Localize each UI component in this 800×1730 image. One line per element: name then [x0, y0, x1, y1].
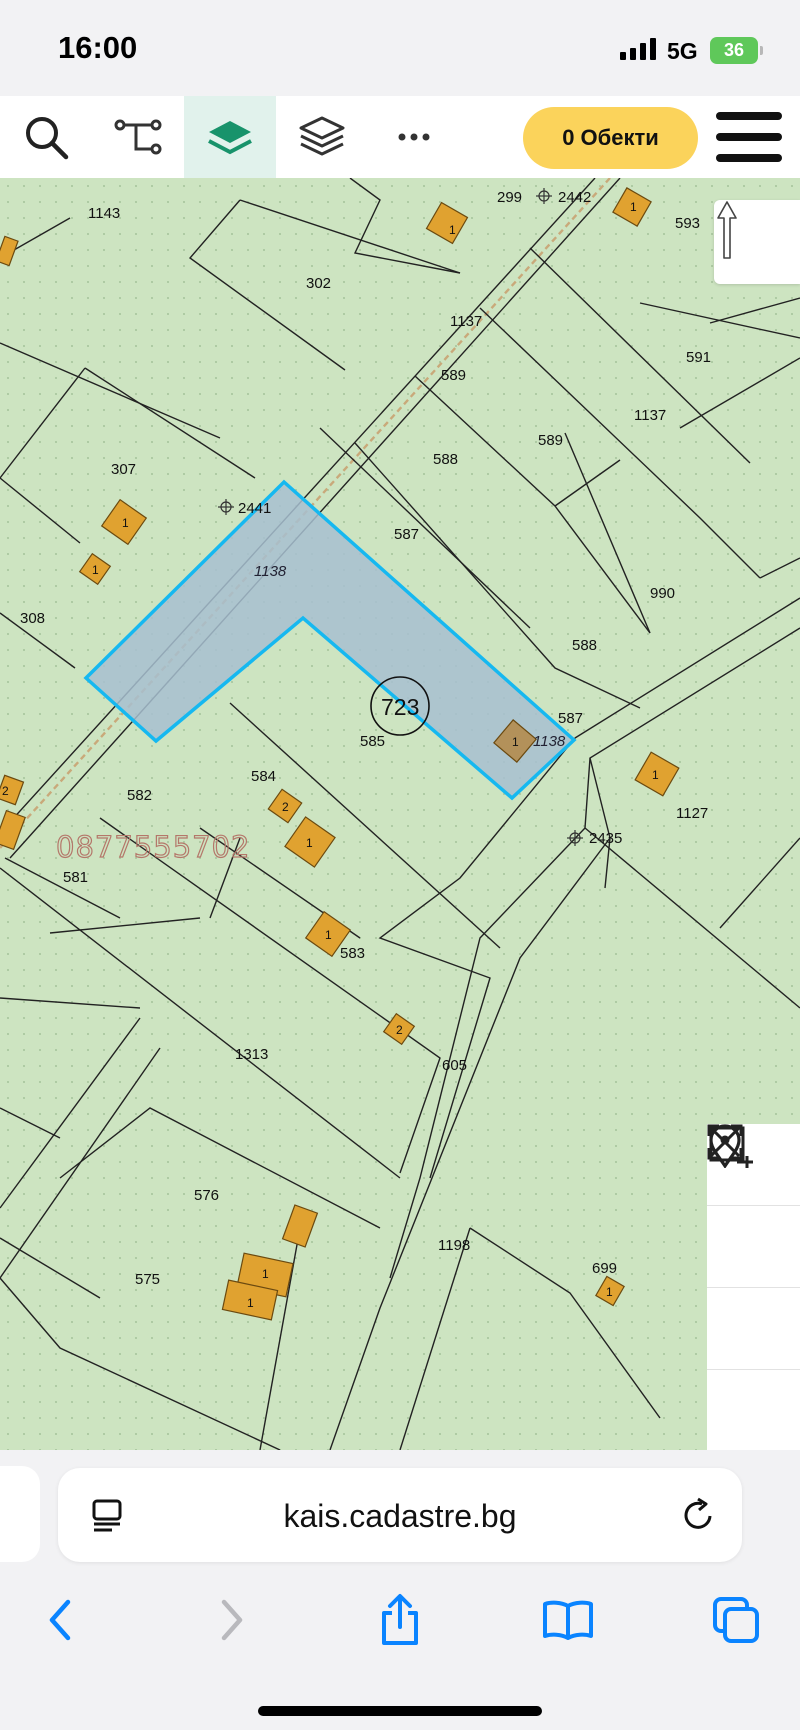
building-number: 1	[512, 735, 519, 749]
building-number: 1	[606, 1285, 613, 1299]
fullscreen-button[interactable]	[707, 1124, 800, 1450]
compass-button[interactable]	[714, 200, 800, 284]
parcel-label: 583	[340, 945, 365, 962]
objects-button[interactable]: 0 Обекти	[523, 107, 698, 169]
add-area-button[interactable]	[707, 1126, 800, 1288]
parcel-label: 990	[650, 585, 675, 602]
signal-icon	[620, 38, 656, 60]
building-number: 1	[630, 200, 637, 214]
parcel-label: 699	[592, 1260, 617, 1277]
home-indicator	[258, 1706, 542, 1716]
map-side-tools	[707, 1124, 800, 1450]
parcel-label: 588	[433, 451, 458, 468]
parcel-label: 587	[394, 526, 419, 543]
network-type: 5G	[667, 38, 698, 64]
parcel-label: 2441	[238, 500, 271, 517]
back-icon	[49, 1599, 71, 1641]
tabs-button[interactable]	[704, 1588, 768, 1652]
buildings	[0, 187, 680, 1321]
bookmarks-button[interactable]	[536, 1588, 600, 1652]
parcel-label: 588	[572, 637, 597, 654]
parcel-label: 589	[441, 367, 466, 384]
battery-icon: 36	[710, 37, 763, 64]
parcel-label: 587	[558, 710, 583, 727]
building-number: 2	[282, 800, 289, 814]
region-number: 723	[381, 694, 419, 720]
building-number: 1	[262, 1267, 269, 1281]
url-text: kais.cadastre.bg	[283, 1498, 517, 1534]
remove-area-button[interactable]	[707, 1126, 800, 1370]
parcel-labels: 299 2442 593 1143 302 1137 591 589 1137 …	[20, 189, 711, 1288]
browser-nav	[0, 1588, 800, 1652]
search-icon	[26, 117, 69, 160]
parcel-label: 307	[111, 461, 136, 478]
map-canvas: 299 2442 593 1143 302 1137 591 589 1137 …	[0, 178, 800, 1450]
parcel-label: 585	[360, 733, 385, 750]
building-number: 1	[306, 836, 313, 850]
parcel-label: 1198	[438, 1237, 470, 1254]
reload-icon[interactable]	[680, 1496, 718, 1534]
parcel-label: 1138	[254, 563, 287, 580]
parcel-label: 575	[135, 1271, 160, 1288]
parcel-label: 1137	[634, 407, 666, 424]
parcel-label: 584	[251, 768, 276, 785]
parcel-label: 2442	[558, 189, 591, 206]
parcel-label: 1143	[88, 205, 120, 222]
building-number: 1	[122, 516, 129, 530]
parcel-label: 582	[127, 787, 152, 804]
share-icon	[382, 1594, 418, 1645]
parcel-label: 302	[306, 275, 331, 292]
layers-button[interactable]	[276, 96, 368, 178]
active-layer-button[interactable]	[184, 96, 276, 178]
parcel-label: 1137	[450, 313, 482, 330]
building-number: 1	[652, 768, 659, 782]
forward-button[interactable]	[200, 1588, 264, 1652]
parcel-label: 589	[538, 432, 563, 449]
share-button[interactable]	[368, 1588, 432, 1652]
status-time: 16:00	[58, 30, 138, 65]
previous-tab-preview[interactable]	[0, 1466, 40, 1562]
fullscreen-icon	[707, 1124, 743, 1160]
compass-icon	[717, 201, 737, 259]
building-number: 2	[2, 784, 9, 798]
route-icon	[114, 119, 162, 155]
map-toolbar: 0 Обекти	[0, 96, 800, 178]
more-icon	[398, 133, 430, 141]
parcel-label: 2435	[589, 830, 622, 847]
hamburger-menu-icon[interactable]	[716, 112, 782, 162]
address-bar[interactable]: kais.cadastre.bg	[58, 1468, 742, 1562]
tabs-icon	[713, 1597, 759, 1643]
status-bar: 16:00 5G 36	[0, 0, 800, 96]
forward-icon	[221, 1599, 243, 1641]
back-button[interactable]	[28, 1588, 92, 1652]
building-number: 1	[449, 223, 456, 237]
parcel-label: 591	[686, 349, 711, 366]
parcel-label: 576	[194, 1187, 219, 1204]
parcel-label: 308	[20, 610, 45, 627]
bookmarks-icon	[543, 1600, 593, 1640]
cadastre-map[interactable]: 299 2442 593 1143 302 1137 591 589 1137 …	[0, 178, 800, 1450]
parcel-label: 593	[675, 215, 700, 232]
phone-watermark: 0877555702	[55, 829, 251, 864]
search-button[interactable]	[0, 96, 92, 178]
parcel-label: 581	[63, 869, 88, 886]
parcel-label: 605	[442, 1057, 467, 1074]
layers-icon	[299, 116, 345, 156]
building-number: 1	[247, 1296, 254, 1310]
selected-parcel-highlight	[83, 479, 577, 801]
route-button[interactable]	[92, 96, 184, 178]
building-number: 1	[92, 563, 99, 577]
building-number: 1	[325, 928, 332, 942]
browser-chrome: kais.cadastre.bg	[0, 1450, 800, 1730]
parcel-label: 1138	[533, 733, 566, 750]
more-button[interactable]	[368, 96, 460, 178]
parcel-label: 1127	[676, 805, 708, 822]
building-number: 2	[396, 1023, 403, 1037]
layer-active-icon	[208, 121, 252, 155]
parcel-label: 299	[497, 189, 522, 206]
parcel-label: 1313	[235, 1046, 268, 1063]
